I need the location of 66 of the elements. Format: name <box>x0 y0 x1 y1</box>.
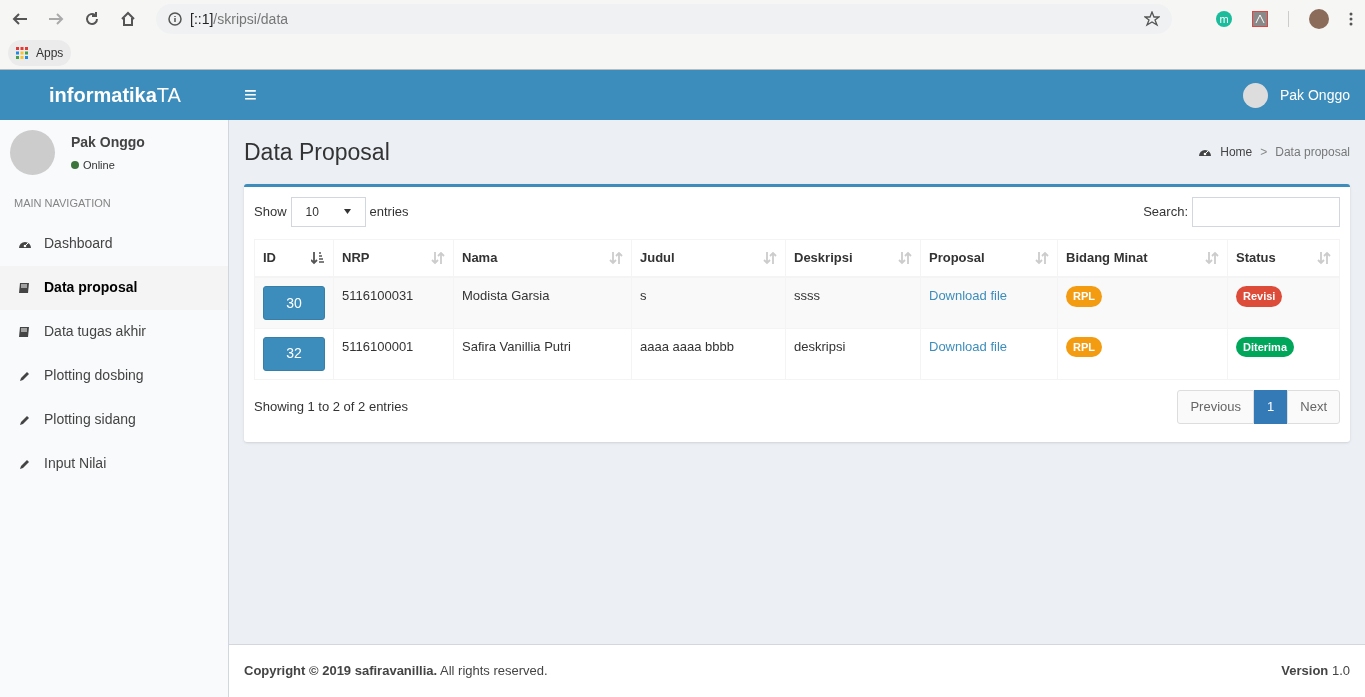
search-label: Search: <box>1143 202 1188 221</box>
table-cell: Safira Vanillia Putri <box>462 338 571 354</box>
home-icon[interactable] <box>120 11 136 27</box>
user-avatar[interactable] <box>1242 82 1268 108</box>
pagination-button[interactable]: Next <box>1287 389 1340 424</box>
page-title: Data Proposal <box>244 138 390 167</box>
user-avatar <box>10 130 55 175</box>
breadcrumb-separator: > <box>1259 144 1269 162</box>
book-icon <box>18 280 32 295</box>
column-header[interactable]: Status <box>1236 248 1276 268</box>
status-text: Online <box>83 157 115 173</box>
pdf-extension-icon[interactable] <box>1252 11 1268 27</box>
table-cell: ssss <box>794 288 820 303</box>
caret-icon <box>343 209 351 214</box>
search-field[interactable] <box>1192 196 1340 227</box>
nav-item[interactable]: Data tugas akhir <box>0 309 228 354</box>
status-badge: Diterima <box>1236 336 1295 357</box>
column-header[interactable]: ID <box>263 248 276 268</box>
reload-icon[interactable] <box>84 11 100 27</box>
pagination-button[interactable]: 1 <box>1254 389 1288 424</box>
menu-icon[interactable] <box>1349 12 1353 26</box>
forward-icon[interactable] <box>48 11 64 27</box>
sort-icon[interactable] <box>311 250 325 265</box>
back-icon[interactable] <box>12 11 28 27</box>
address-bar[interactable]: [::1]/skripsi/data <box>156 4 1172 34</box>
breadcrumb-link[interactable]: Data proposal <box>1275 143 1350 162</box>
column-header[interactable]: NRP <box>342 248 370 268</box>
book-icon <box>18 324 32 339</box>
nav-item[interactable]: Input Nilai <box>0 441 228 486</box>
download-link[interactable]: Download file <box>929 338 1008 354</box>
app-logo[interactable]: informatikaTA <box>49 80 181 110</box>
table-cell: aaaa aaaa bbbb <box>640 338 734 354</box>
nav-item[interactable]: Plotting dosbing <box>0 353 228 398</box>
breadcrumb-link[interactable]: Home <box>1198 143 1253 162</box>
menu-toggle[interactable]: ≡ <box>230 84 271 106</box>
status-badge: Revisi <box>1236 286 1283 307</box>
nav-item[interactable]: Data proposal <box>0 265 228 310</box>
entries-label: entries <box>369 202 409 221</box>
info-icon <box>168 12 182 26</box>
table-cell: deskripsi <box>794 338 846 354</box>
table-cell: 5116100031 <box>342 288 414 303</box>
nav-header: MAIN NAVIGATION <box>13 196 112 211</box>
table-info: Showing 1 to 2 of 2 entries <box>254 397 408 416</box>
table-cell: Modista Garsia <box>462 288 550 303</box>
nav-item[interactable]: Dashboard <box>0 221 228 266</box>
field-badge: RPL <box>1066 286 1102 307</box>
id-button[interactable]: 32 <box>263 336 325 371</box>
table-cell: 5116100001 <box>342 338 414 354</box>
apps-grid-icon <box>16 47 28 59</box>
star-icon[interactable] <box>1144 11 1160 27</box>
show-label: Show <box>254 202 287 221</box>
download-link[interactable]: Download file <box>929 288 1008 303</box>
user-name: Pak Onggo <box>71 132 145 152</box>
entries-dropdown[interactable]: 10 <box>290 196 366 227</box>
id-button[interactable]: 30 <box>263 286 325 320</box>
copyright-text: Copyright © 2019 safiravanillia. All rights reserved. <box>244 662 548 681</box>
table-cell: s <box>640 288 647 303</box>
bookmark-chip[interactable]: Apps <box>8 40 72 66</box>
nav-item[interactable]: Plotting sidang <box>0 397 228 442</box>
pagination-button[interactable]: Previous <box>1177 389 1255 424</box>
field-badge: RPL <box>1066 336 1102 357</box>
column-header[interactable]: Judul <box>640 248 675 268</box>
column-header[interactable]: Nama <box>462 248 498 268</box>
user-name[interactable]: Pak Onggo <box>1279 84 1350 106</box>
version-text: Version 1.0 <box>1281 662 1350 681</box>
profile-avatar[interactable] <box>1309 9 1329 29</box>
